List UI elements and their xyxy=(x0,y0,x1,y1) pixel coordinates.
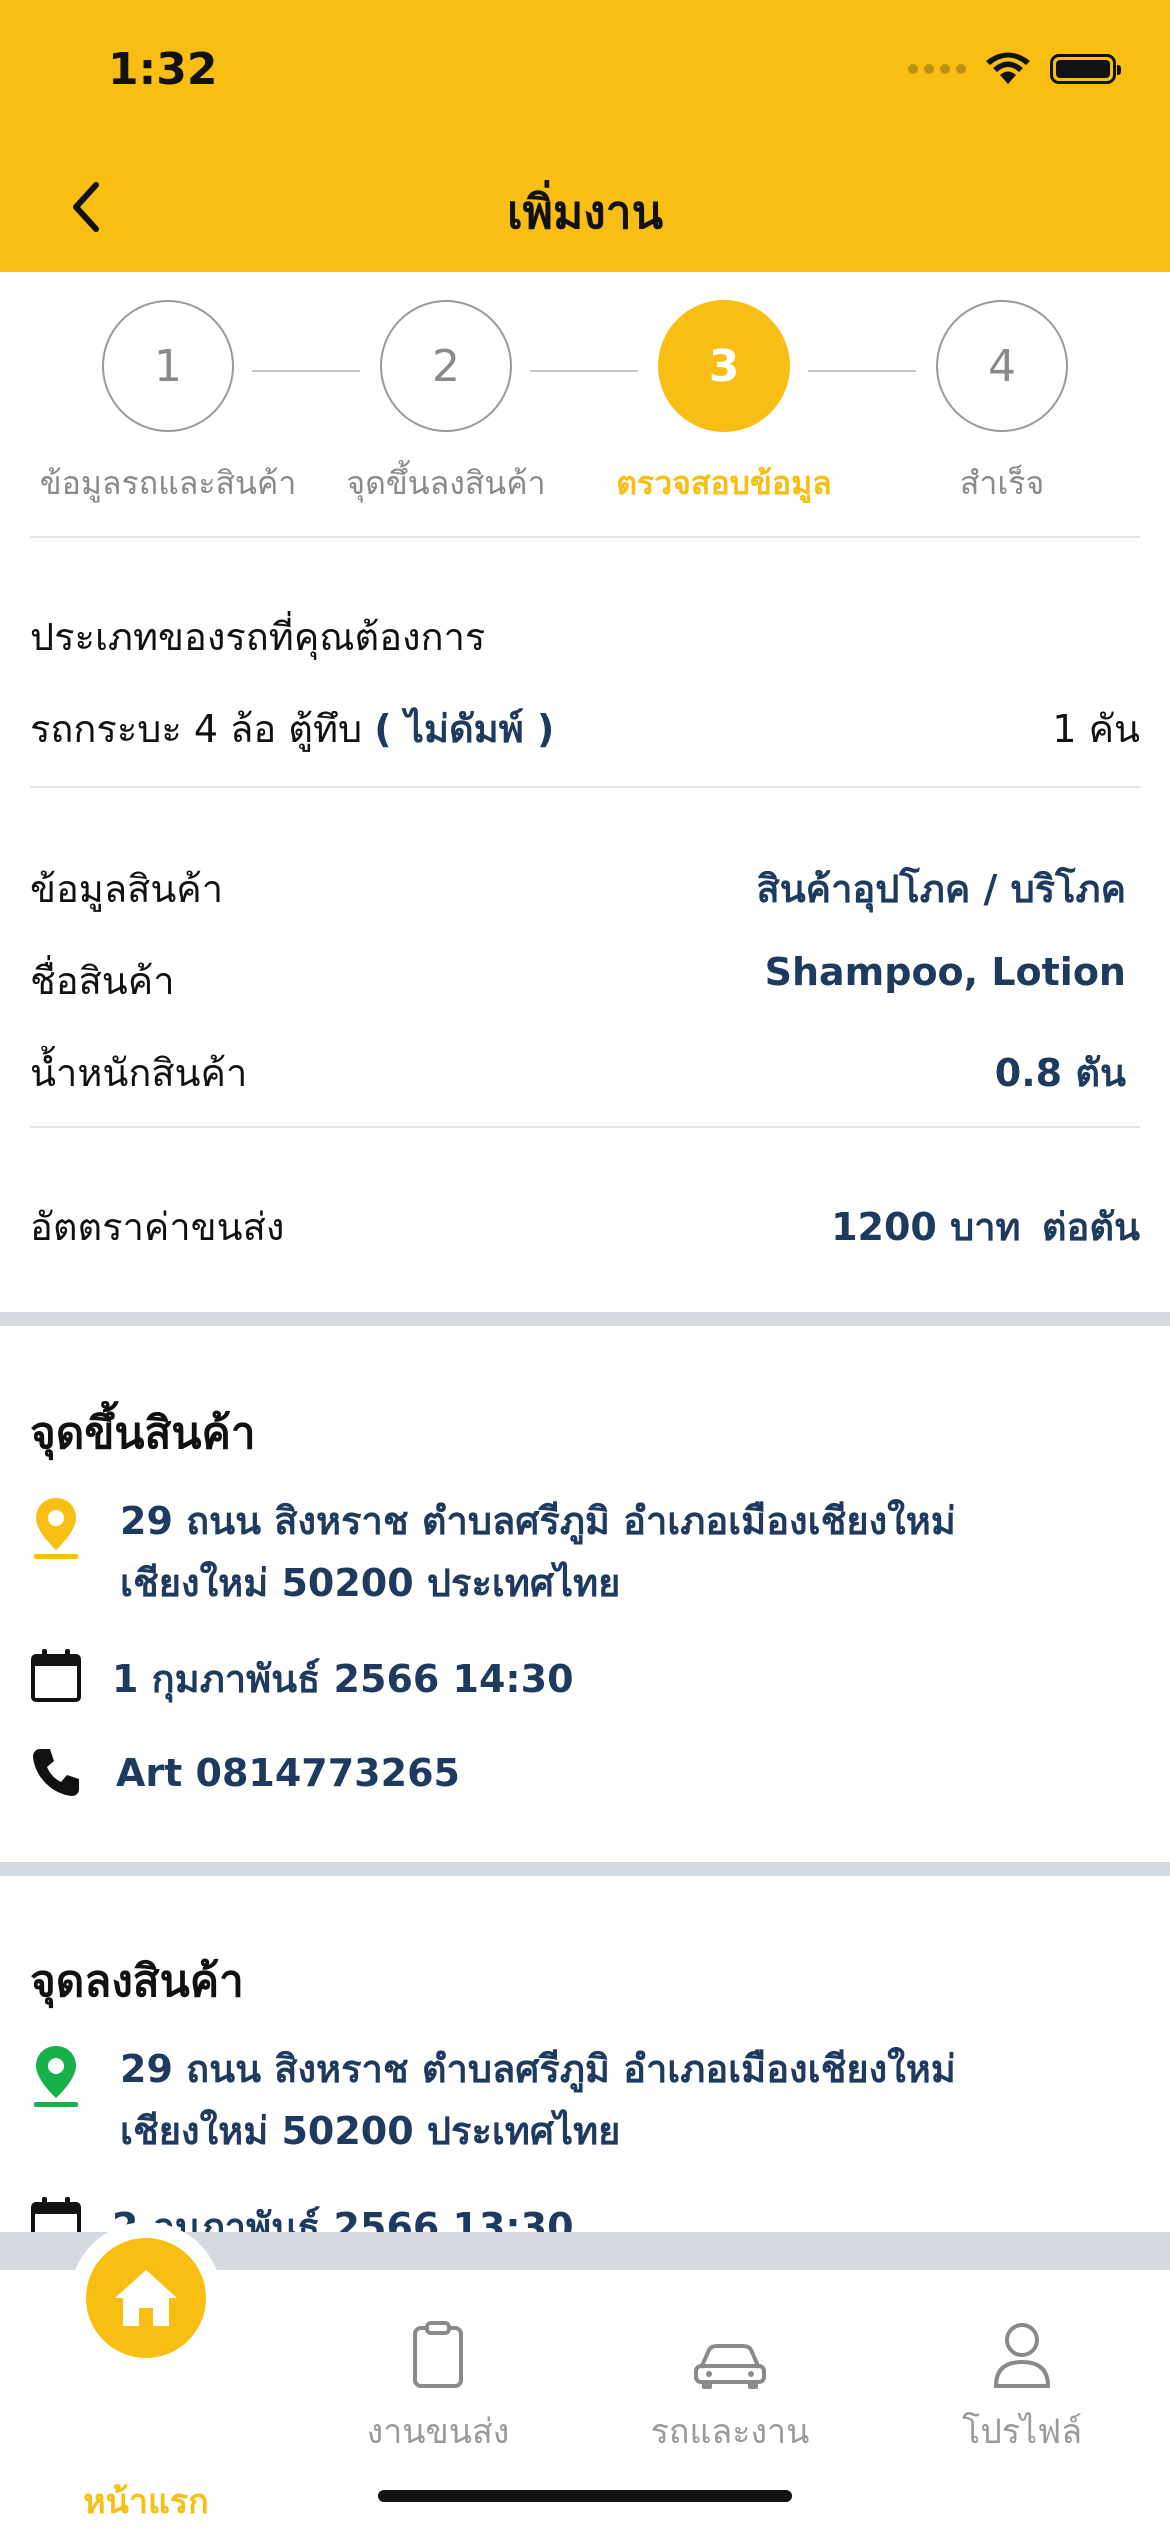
pickup-contact-row: Art 0814773265 xyxy=(30,1742,1140,1804)
pickup-address: 29 ถนน สิงหราช ตำบลศรีภูมิ อำเภอเมืองเชี… xyxy=(30,1490,1140,1620)
location-pin-icon xyxy=(34,2046,78,2107)
car-icon xyxy=(694,2344,766,2389)
dropoff-address-line1: 29 ถนน สิงหราช ตำบลศรีภูมิ อำเภอเมืองเชี… xyxy=(120,2047,956,2091)
vehicle-count: 1 คัน xyxy=(1052,707,1140,751)
tab-profile-icon-slot xyxy=(876,2270,1168,2390)
tab-vehicles-icon-slot xyxy=(584,2270,876,2390)
vehicle-type-text: รถกระบะ 4 ล้อ ตู้ทึบ xyxy=(30,707,363,751)
rate-label: อัตตราค่าขนส่ง xyxy=(30,1205,285,1249)
location-pin-icon xyxy=(34,1498,78,1559)
dropoff-address-text: 29 ถนน สิงหราช ตำบลศรีภูมิ อำเภอเมืองเชี… xyxy=(120,2038,956,2162)
goods-name-label: ชื่อสินค้า xyxy=(30,959,175,1003)
step-4: 4 สำเร็จ xyxy=(862,300,1142,509)
progress-stepper: 1 ข้อมูลรถและสินค้า 2 จุดขึ้นลงสินค้า 3 … xyxy=(0,300,1170,540)
step-label: สำเร็จ xyxy=(959,464,1045,502)
cellular-signal-icon xyxy=(908,64,966,74)
wifi-icon xyxy=(986,52,1030,84)
tab-vehicles-label: รถและงาน xyxy=(650,2412,810,2452)
rate-amount: 1200 บาท xyxy=(831,1205,1021,1249)
pickup-address-text: 29 ถนน สิงหราช ตำบลศรีภูมิ อำเภอเมืองเชี… xyxy=(120,1490,956,1614)
rate-unit: ต่อตัน xyxy=(1041,1205,1140,1249)
step-circle: 2 xyxy=(380,300,512,432)
pickup-title: จุดขึ้นสินค้า xyxy=(30,1408,256,1459)
divider xyxy=(30,1126,1140,1128)
section-separator xyxy=(0,1312,1170,1326)
status-icons xyxy=(908,52,1121,86)
battery-icon xyxy=(1050,54,1121,84)
step-label: ข้อมูลรถและสินค้า xyxy=(39,464,297,502)
phone-icon xyxy=(33,1749,79,1796)
rate-value: 1200 บาท ต่อตัน xyxy=(831,1196,1140,1257)
goods-weight-value: 0.8 ตัน xyxy=(994,1051,1126,1095)
tab-profile[interactable]: โปรไฟล์ xyxy=(876,2270,1168,2458)
tab-profile-label: โปรไฟล์ xyxy=(961,2412,1083,2452)
divider xyxy=(30,536,1140,538)
home-indicator xyxy=(378,2490,792,2502)
section-separator xyxy=(0,1862,1170,1876)
dropoff-address: 29 ถนน สิงหราช ตำบลศรีภูมิ อำเภอเมืองเชี… xyxy=(30,2038,1140,2168)
tab-jobs-label: งานขนส่ง xyxy=(366,2412,510,2452)
divider xyxy=(30,786,1140,788)
tab-home-label: หน้าแรก xyxy=(83,2482,209,2522)
vehicle-heading: ประเภทของรถที่คุณต้องการ xyxy=(30,615,486,659)
user-icon xyxy=(993,2323,1051,2388)
tab-jobs[interactable]: งานขนส่ง xyxy=(292,2270,584,2458)
vehicle-type: รถกระบะ 4 ล้อ ตู้ทึบ ( ไม่ดัมพ์ ) xyxy=(30,698,554,759)
home-icon xyxy=(115,2270,177,2326)
tab-jobs-icon-slot xyxy=(292,2270,584,2390)
tab-vehicles[interactable]: รถและงาน xyxy=(584,2270,876,2458)
pickup-datetime: 1 กุมภาพันธ์ 2566 14:30 xyxy=(112,1657,574,1701)
step-circle: 1 xyxy=(102,300,234,432)
home-button[interactable] xyxy=(86,2238,206,2358)
step-3: 3 ตรวจสอบข้อมูล xyxy=(584,300,864,509)
pickup-contact[interactable]: Art 0814773265 xyxy=(116,1742,460,1804)
goods-info-label: ข้อมูลสินค้า xyxy=(30,867,224,911)
step-circle: 3 xyxy=(658,300,790,432)
goods-weight-label: น้ำหนักสินค้า xyxy=(30,1051,248,1095)
dropoff-title: จุดลงสินค้า xyxy=(30,1956,244,2007)
app-header: 1:32 เพิ่มงาน xyxy=(0,0,1170,272)
step-label: ตรวจสอบข้อมูล xyxy=(616,464,832,502)
page-title: เพิ่มงาน xyxy=(506,185,664,239)
clipboard-icon xyxy=(413,2321,463,2388)
pickup-address-line2: เชียงใหม่ 50200 ประเทศไทย xyxy=(120,1561,621,1605)
step-circle: 4 xyxy=(936,300,1068,432)
pickup-datetime-row: 1 กุมภาพันธ์ 2566 14:30 xyxy=(30,1648,1140,1710)
calendar-icon xyxy=(31,1649,81,1702)
step-label: จุดขึ้นลงสินค้า xyxy=(346,464,546,502)
step-2: 2 จุดขึ้นลงสินค้า xyxy=(306,300,586,509)
goods-name-value: Shampoo, Lotion xyxy=(764,950,1126,994)
goods-info-value: สินค้าอุปโภค / บริโภค xyxy=(756,867,1127,911)
dump-note: ( ไม่ดัมพ์ ) xyxy=(374,707,555,751)
dropoff-address-line2: เชียงใหม่ 50200 ประเทศไทย xyxy=(120,2109,621,2153)
pickup-address-line1: 29 ถนน สิงหราช ตำบลศรีภูมิ อำเภอเมืองเชี… xyxy=(120,1499,956,1543)
step-1: 1 ข้อมูลรถและสินค้า xyxy=(28,300,308,509)
status-time: 1:32 xyxy=(108,44,218,95)
